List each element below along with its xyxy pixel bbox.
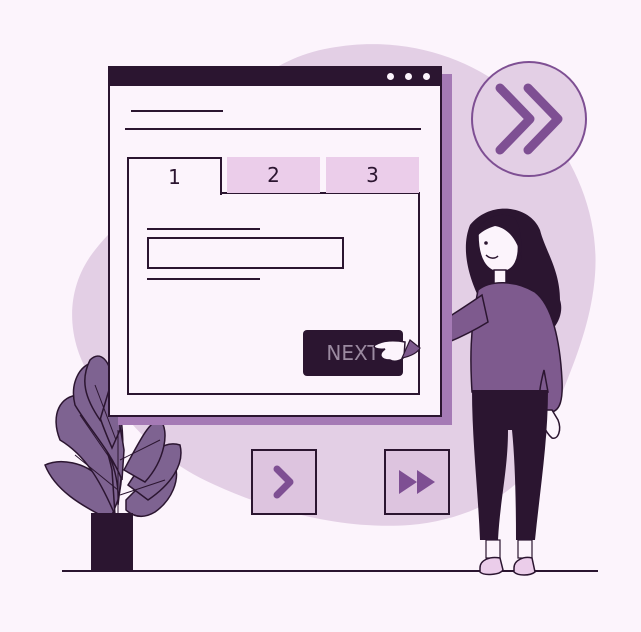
hand-overlay (373, 339, 421, 362)
illustration-scene: 1 2 3 NEXT (0, 0, 641, 627)
